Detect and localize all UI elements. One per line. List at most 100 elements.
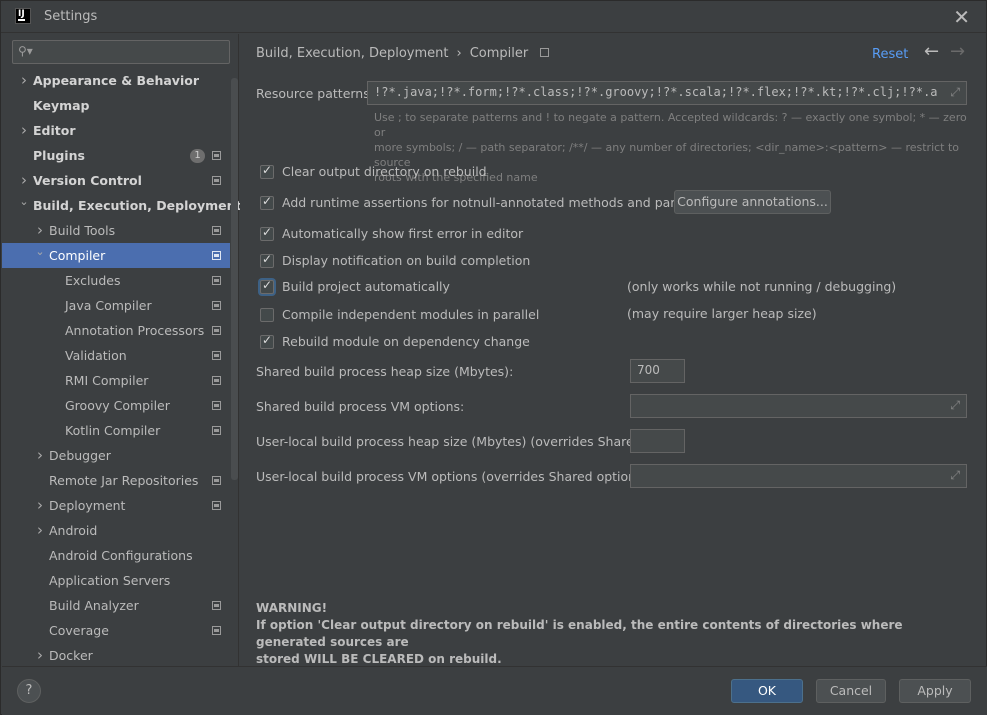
- project-scope-icon: [212, 426, 221, 435]
- chevron-right-icon[interactable]: ›: [34, 518, 46, 543]
- chevron-right-icon[interactable]: ›: [34, 443, 46, 468]
- checkbox-box[interactable]: [260, 225, 274, 241]
- chevron-right-icon[interactable]: ›: [34, 643, 46, 668]
- sidebar-item-remote-jar-repositories[interactable]: Remote Jar Repositories: [2, 468, 230, 493]
- resource-patterns-value: !?*.java;!?*.form;!?*.class;!?*.groovy;!…: [374, 85, 938, 99]
- sidebar-item-label: RMI Compiler: [65, 373, 149, 388]
- sidebar-item-validation[interactable]: Validation: [2, 343, 230, 368]
- sidebar-item-label: Build, Execution, Deployment: [33, 198, 242, 213]
- sidebar-item-debugger[interactable]: › Debugger: [2, 443, 230, 468]
- breadcrumb-parent[interactable]: Build, Execution, Deployment: [256, 46, 448, 61]
- sidebar-item-excludes[interactable]: Excludes: [2, 268, 230, 293]
- shared-heap-input[interactable]: 700: [630, 359, 685, 383]
- compiler-settings-panel: Build, Execution, Deployment › Compiler Re…: [240, 34, 986, 666]
- cancel-button[interactable]: Cancel: [816, 679, 886, 703]
- checkbox-box[interactable]: [260, 252, 274, 268]
- show-first-error-label: Automatically show first error in editor: [282, 226, 524, 241]
- checkbox-box[interactable]: [260, 194, 274, 210]
- chevron-down-icon[interactable]: ⌄: [34, 239, 46, 264]
- sidebar-item-deployment[interactable]: › Deployment: [2, 493, 230, 518]
- sidebar-item-label: Build Analyzer: [49, 598, 139, 613]
- sidebar-scrollbar[interactable]: [231, 78, 238, 480]
- project-scope-icon: [212, 601, 221, 610]
- chevron-down-icon[interactable]: ⌄: [18, 189, 30, 214]
- warning-line-1: If option 'Clear output directory on reb…: [256, 618, 903, 649]
- project-scope-icon: [540, 48, 550, 57]
- chevron-right-icon[interactable]: ›: [34, 493, 46, 518]
- sidebar-item-kotlin-compiler[interactable]: Kotlin Compiler: [2, 418, 230, 443]
- checkbox-box[interactable]: [260, 308, 274, 322]
- sidebar-item-label: Compiler: [49, 248, 106, 263]
- configure-annotations-button[interactable]: Configure annotations...: [674, 190, 831, 214]
- apply-button[interactable]: Apply: [899, 679, 971, 703]
- user-vm-input[interactable]: ⤢: [630, 464, 967, 488]
- user-heap-label: User-local build process heap size (Mbyt…: [256, 434, 679, 449]
- chevron-right-icon[interactable]: ›: [18, 68, 30, 93]
- sidebar-item-rmi-compiler[interactable]: RMI Compiler: [2, 368, 230, 393]
- checkbox-box[interactable]: [260, 333, 274, 349]
- sidebar-item-label: Kotlin Compiler: [65, 423, 161, 438]
- sidebar-item-keymap[interactable]: Keymap: [2, 93, 230, 118]
- project-scope-icon: [212, 476, 221, 485]
- close-icon[interactable]: ✕: [953, 5, 970, 29]
- app-icon-text: IJ: [18, 9, 25, 19]
- sidebar-item-label: Plugins: [33, 148, 85, 163]
- project-scope-icon: [212, 501, 221, 510]
- expand-icon[interactable]: ⤢: [950, 398, 960, 413]
- sidebar-item-label: Appearance & Behavior: [33, 73, 199, 88]
- shared-vm-input[interactable]: ⤢: [630, 394, 967, 418]
- project-scope-icon: [212, 351, 221, 360]
- sidebar-item-docker[interactable]: › Docker: [2, 643, 230, 668]
- runtime-assertions-label: Add runtime assertions for notnull-annot…: [282, 195, 728, 210]
- project-scope-icon: [212, 276, 221, 285]
- build-automatically-note: (only works while not running / debuggin…: [627, 279, 897, 294]
- sidebar-item-label: Excludes: [65, 273, 121, 288]
- sidebar-item-annotation-processors[interactable]: Annotation Processors: [2, 318, 230, 343]
- hint-line-1: Use ; to separate patterns and ! to nega…: [374, 111, 967, 139]
- sidebar-item-plugins[interactable]: Plugins 1: [2, 143, 230, 168]
- sidebar-item-label: Application Servers: [49, 573, 171, 588]
- sidebar-item-android[interactable]: › Android: [2, 518, 230, 543]
- project-scope-icon: [212, 626, 221, 635]
- sidebar-item-label: Build Tools: [49, 223, 116, 238]
- project-scope-icon: [212, 151, 221, 160]
- build-automatically-label: Build project automatically: [282, 279, 450, 294]
- shared-vm-label: Shared build process VM options:: [256, 399, 465, 414]
- user-heap-input[interactable]: [630, 429, 685, 453]
- back-arrow-icon[interactable]: ←: [924, 41, 939, 62]
- sidebar-item-android-configurations[interactable]: Android Configurations: [2, 543, 230, 568]
- sidebar-item-editor[interactable]: › Editor: [2, 118, 230, 143]
- sidebar-item-label: Java Compiler: [65, 298, 152, 313]
- sidebar-item-groovy-compiler[interactable]: Groovy Compiler: [2, 393, 230, 418]
- sidebar-item-label: Editor: [33, 123, 76, 138]
- sidebar-item-application-servers[interactable]: Application Servers: [2, 568, 230, 593]
- sidebar-item-label: Android: [49, 523, 98, 538]
- sidebar-item-java-compiler[interactable]: Java Compiler: [2, 293, 230, 318]
- user-vm-label: User-local build process VM options (ove…: [256, 469, 652, 484]
- sidebar-item-build-execution-deployment[interactable]: ⌄ Build, Execution, Deployment: [2, 193, 241, 218]
- sidebar-item-version-control[interactable]: › Version Control: [2, 168, 230, 193]
- help-button[interactable]: ?: [17, 679, 41, 703]
- sidebar-item-appearance-behavior[interactable]: › Appearance & Behavior: [2, 68, 230, 93]
- sidebar-item-build-analyzer[interactable]: Build Analyzer: [2, 593, 230, 618]
- forward-arrow-icon[interactable]: →: [950, 41, 965, 62]
- search-icon: ⚲▾: [18, 44, 33, 58]
- resource-patterns-field[interactable]: !?*.java;!?*.form;!?*.class;!?*.groovy;!…: [367, 81, 967, 105]
- breadcrumb: Build, Execution, Deployment › Compiler: [256, 46, 550, 61]
- rebuild-on-dependency-label: Rebuild module on dependency change: [282, 334, 530, 349]
- expand-icon[interactable]: ⤢: [950, 85, 960, 100]
- search-input[interactable]: ⚲▾: [12, 40, 230, 64]
- checkbox-box[interactable]: [260, 278, 274, 294]
- project-scope-icon: [212, 401, 221, 410]
- project-scope-icon: [212, 226, 221, 235]
- sidebar-item-label: Version Control: [33, 173, 142, 188]
- intellij-icon: IJ: [15, 8, 31, 24]
- checkbox-box[interactable]: [260, 163, 274, 179]
- sidebar-item-coverage[interactable]: Coverage: [2, 618, 230, 643]
- sidebar-item-label: Groovy Compiler: [65, 398, 170, 413]
- expand-icon[interactable]: ⤢: [950, 468, 960, 483]
- ok-button[interactable]: OK: [731, 679, 803, 703]
- sidebar-item-compiler[interactable]: ⌄ Compiler: [2, 243, 230, 268]
- reset-link[interactable]: Reset: [872, 47, 908, 62]
- chevron-right-icon[interactable]: ›: [18, 118, 30, 143]
